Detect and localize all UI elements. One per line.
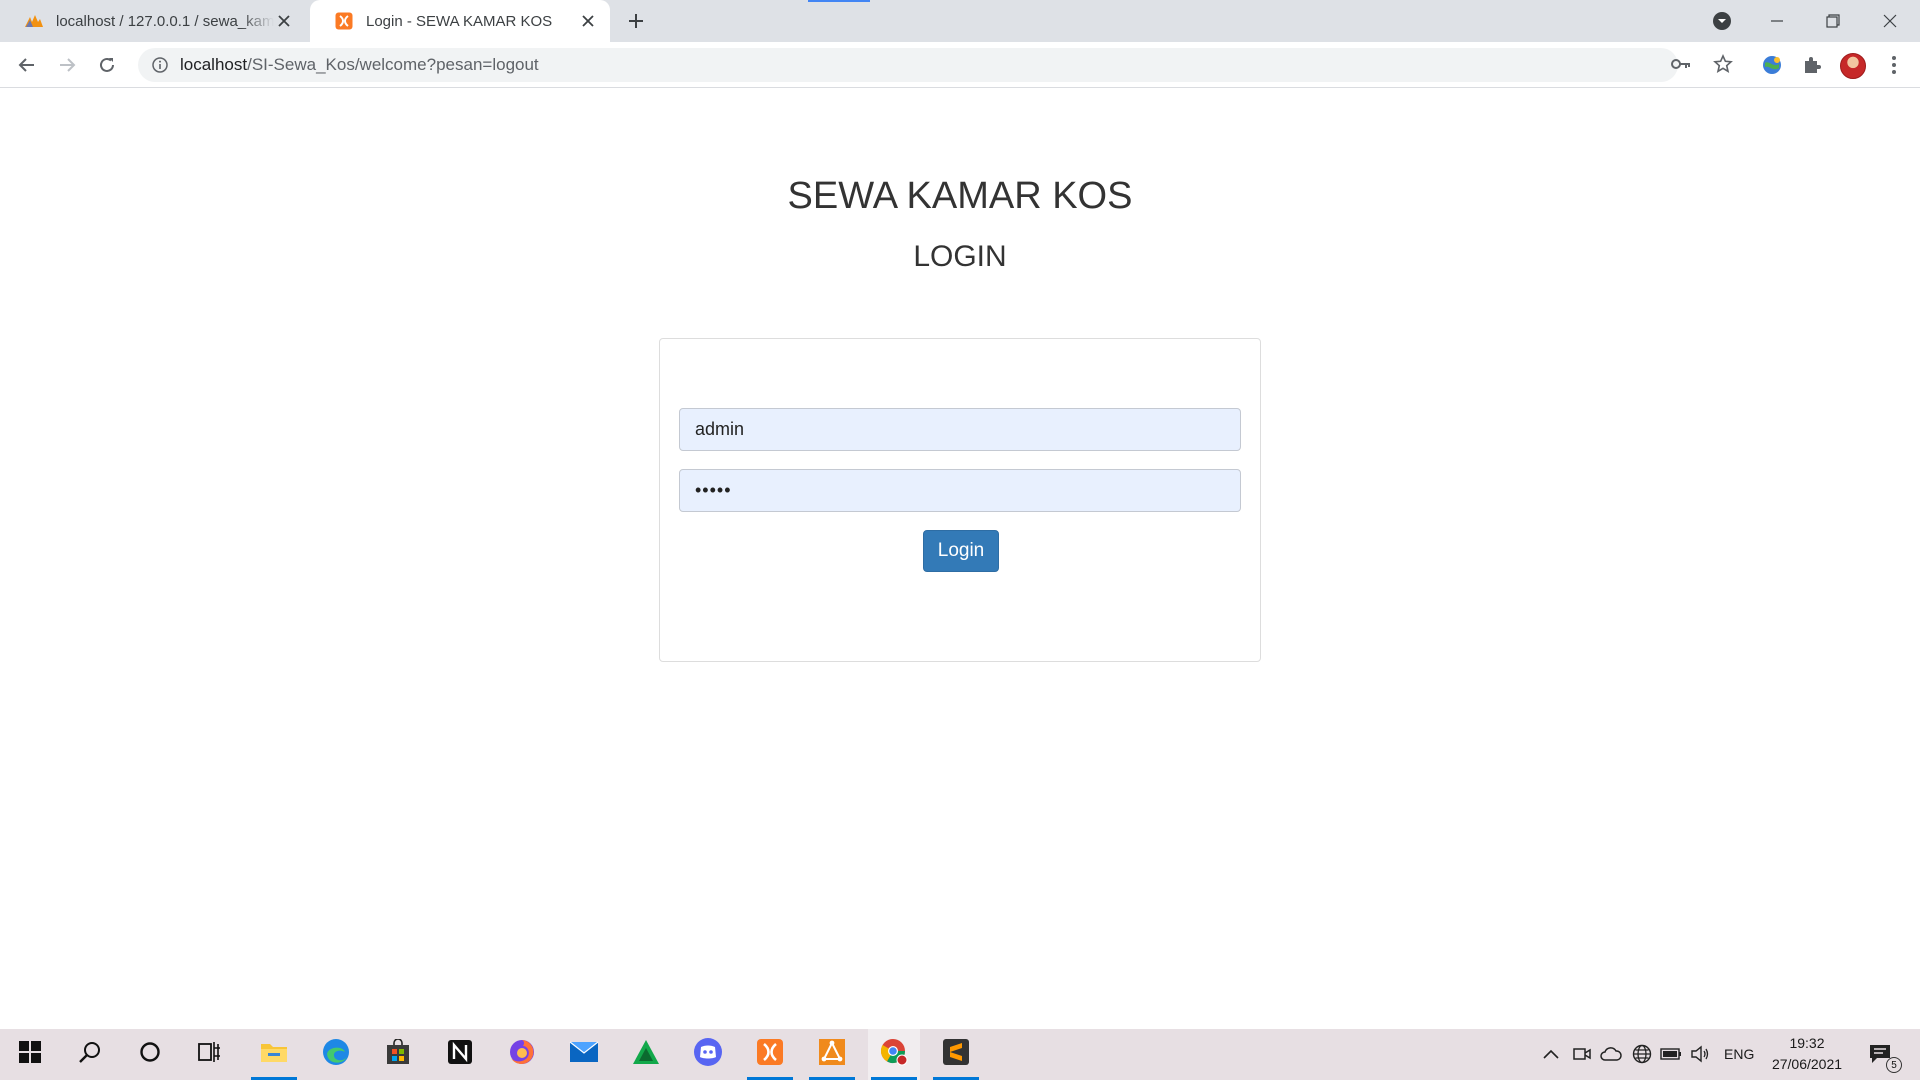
extension-globe-icon[interactable] bbox=[1760, 53, 1784, 77]
taskbar-xampp[interactable] bbox=[744, 1029, 796, 1080]
taskbar-notion[interactable] bbox=[434, 1029, 486, 1080]
language-indicator[interactable]: ENG bbox=[1724, 1046, 1754, 1062]
taskbar-edge[interactable] bbox=[310, 1029, 362, 1080]
taskbar-store[interactable] bbox=[372, 1029, 424, 1080]
restore-button[interactable] bbox=[1805, 0, 1861, 42]
tab-strip-indicator bbox=[808, 0, 870, 2]
volume-icon[interactable] bbox=[1689, 1043, 1711, 1065]
chrome-icon bbox=[879, 1037, 909, 1072]
password-input[interactable] bbox=[679, 469, 1241, 512]
task-view-icon bbox=[198, 1041, 222, 1068]
clock-date: 27/06/2021 bbox=[1771, 1056, 1843, 1072]
file-explorer-icon bbox=[260, 1040, 288, 1069]
search-button[interactable] bbox=[64, 1029, 116, 1080]
store-icon bbox=[385, 1038, 411, 1070]
back-button[interactable] bbox=[12, 50, 42, 80]
sublime-text-icon bbox=[942, 1038, 970, 1071]
close-window-button[interactable] bbox=[1862, 0, 1918, 42]
app-icon bbox=[818, 1038, 846, 1071]
login-panel: Login bbox=[659, 338, 1261, 662]
start-button[interactable] bbox=[4, 1029, 56, 1080]
tab-login[interactable]: Login - SEWA KAMAR KOS bbox=[310, 0, 610, 42]
profile-avatar[interactable] bbox=[1840, 53, 1866, 79]
onedrive-icon[interactable] bbox=[1600, 1043, 1622, 1065]
start-icon bbox=[19, 1041, 41, 1068]
key-icon[interactable] bbox=[1670, 53, 1692, 75]
tab-title: Login - SEWA KAMAR KOS bbox=[366, 12, 553, 30]
username-input[interactable] bbox=[679, 408, 1241, 451]
url-host: localhost bbox=[180, 55, 248, 74]
taskbar-sublime[interactable] bbox=[930, 1029, 982, 1080]
taskbar-file-explorer[interactable] bbox=[248, 1029, 300, 1080]
url-text: localhost/SI-Sewa_Kos/welcome?pesan=logo… bbox=[180, 55, 539, 75]
notification-count-badge: 5 bbox=[1886, 1057, 1902, 1073]
close-icon[interactable] bbox=[578, 11, 598, 31]
task-view-button[interactable] bbox=[184, 1029, 236, 1080]
search-icon bbox=[78, 1040, 102, 1069]
close-icon[interactable] bbox=[274, 11, 294, 31]
meet-now-icon[interactable] bbox=[1571, 1043, 1593, 1065]
minimize-button[interactable] bbox=[1749, 0, 1805, 42]
info-icon[interactable] bbox=[150, 55, 170, 75]
browser-tab-strip: localhost / 127.0.0.1 / sewa_kamar_kos L… bbox=[0, 0, 1920, 42]
browser-toolbar: localhost/SI-Sewa_Kos/welcome?pesan=logo… bbox=[0, 42, 1920, 88]
cortana-button[interactable] bbox=[124, 1029, 176, 1080]
reload-button[interactable] bbox=[92, 50, 122, 80]
tab-phpmyadmin[interactable]: localhost / 127.0.0.1 / sewa_kamar_kos bbox=[0, 0, 306, 42]
cortana-icon bbox=[139, 1041, 161, 1068]
edge-icon bbox=[322, 1038, 350, 1071]
xampp-icon bbox=[334, 11, 354, 31]
battery-icon[interactable] bbox=[1660, 1043, 1682, 1065]
tab-search-button[interactable] bbox=[1694, 0, 1750, 42]
login-heading: LOGIN bbox=[913, 240, 1007, 273]
app-icon bbox=[632, 1039, 660, 1070]
menu-icon[interactable] bbox=[1882, 53, 1906, 77]
star-icon[interactable] bbox=[1712, 53, 1734, 75]
clock[interactable]: 19:32 27/06/2021 bbox=[1762, 1033, 1852, 1075]
forward-button[interactable] bbox=[52, 50, 82, 80]
taskbar-app[interactable] bbox=[620, 1029, 672, 1080]
chevron-up-icon[interactable] bbox=[1540, 1043, 1562, 1065]
taskbar-mail[interactable] bbox=[558, 1029, 610, 1080]
mail-icon bbox=[569, 1041, 599, 1068]
taskbar-app-2[interactable] bbox=[806, 1029, 858, 1080]
windows-taskbar: ENG 19:32 27/06/2021 5 bbox=[0, 1029, 1920, 1080]
extensions-icon[interactable] bbox=[1800, 53, 1824, 77]
address-bar[interactable]: localhost/SI-Sewa_Kos/welcome?pesan=logo… bbox=[138, 48, 1678, 82]
tab-title: localhost / 127.0.0.1 / sewa_kamar_kos bbox=[56, 12, 274, 30]
taskbar-discord[interactable] bbox=[682, 1029, 734, 1080]
url-path: /SI-Sewa_Kos/welcome?pesan=logout bbox=[247, 55, 539, 74]
taskbar-firefox[interactable] bbox=[496, 1029, 548, 1080]
login-button[interactable]: Login bbox=[923, 530, 999, 572]
xampp-icon bbox=[756, 1038, 784, 1071]
page-content: SEWA KAMAR KOS LOGIN Login bbox=[0, 89, 1920, 1029]
site-title: SEWA KAMAR KOS bbox=[787, 175, 1133, 217]
taskbar-chrome[interactable] bbox=[868, 1029, 920, 1080]
discord-icon bbox=[693, 1037, 723, 1072]
network-globe-icon[interactable] bbox=[1631, 1043, 1653, 1065]
clock-time: 19:32 bbox=[1789, 1035, 1825, 1051]
new-tab-button[interactable] bbox=[624, 9, 648, 33]
firefox-icon bbox=[508, 1038, 536, 1071]
phpmyadmin-icon bbox=[24, 11, 44, 31]
notion-icon bbox=[447, 1039, 473, 1070]
